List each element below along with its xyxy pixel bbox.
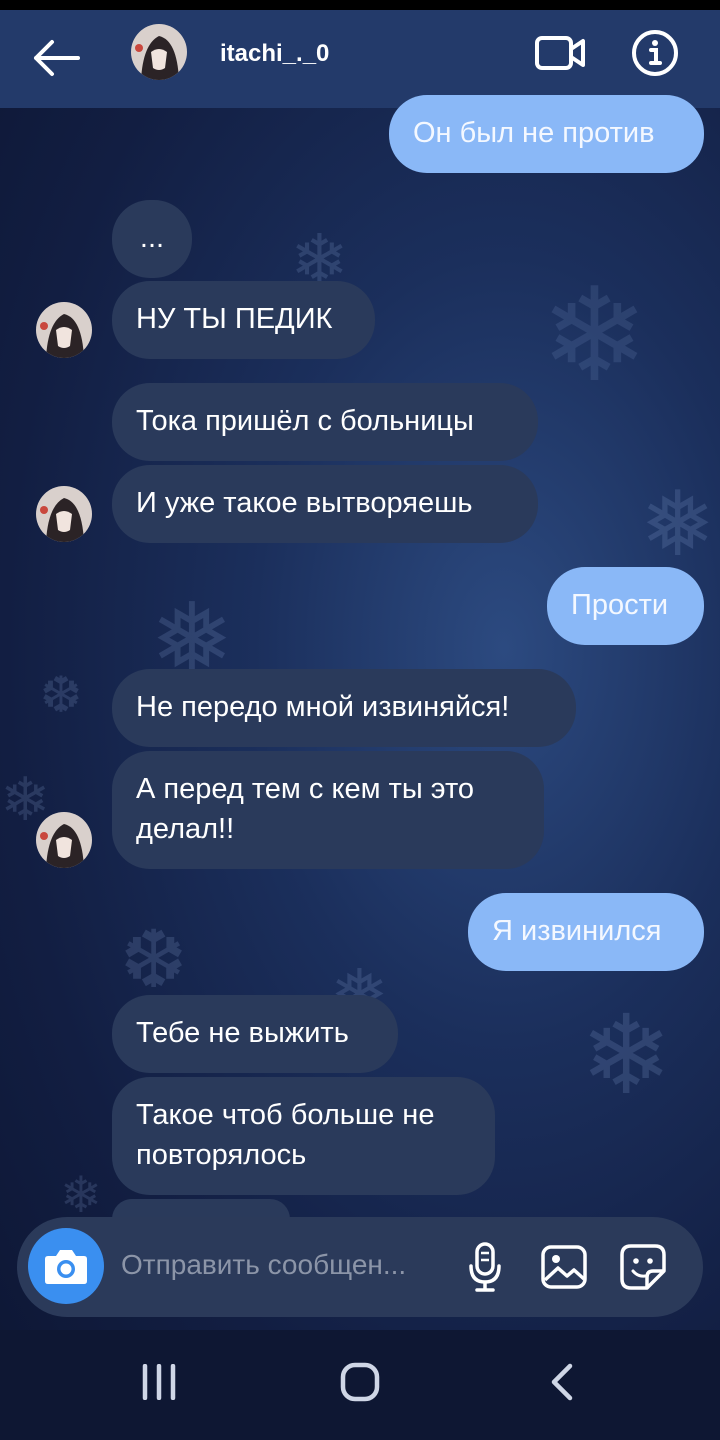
message-bubble-incoming[interactable]: НУ ТЫ ПЕДИК [112, 281, 375, 359]
status-bar [0, 0, 720, 10]
snowflake-decoration: ❆ [120, 913, 188, 1006]
snowflake-decoration: ❅ [640, 472, 716, 577]
message-input[interactable]: Отправить сообщен... [121, 1249, 406, 1281]
avatar [36, 812, 92, 868]
avatar[interactable] [131, 24, 187, 80]
home-icon[interactable] [340, 1362, 380, 1402]
sticker-icon[interactable] [619, 1243, 667, 1291]
microphone-icon[interactable] [467, 1241, 503, 1293]
message-bubble-incoming[interactable]: А перед тем с кем ты это делал!! [112, 751, 544, 869]
chat-username[interactable]: itachi_._0 [220, 40, 329, 68]
snowflake-decoration: ❆ [40, 666, 82, 724]
message-composer: Отправить сообщен... [17, 1217, 703, 1317]
message-bubble-outgoing[interactable]: Я извинился [468, 893, 704, 971]
video-call-icon[interactable] [534, 32, 586, 74]
back-arrow-icon[interactable] [30, 38, 82, 78]
snowflake-decoration: ❄ [60, 1166, 102, 1224]
message-bubble-outgoing[interactable]: Он был не против [389, 95, 704, 173]
camera-button[interactable] [28, 1228, 104, 1304]
message-bubble-incoming[interactable]: Не передо мной извиняйся! [112, 669, 576, 747]
message-bubble-outgoing[interactable]: Прости [547, 567, 704, 645]
message-bubble-incoming[interactable]: Такое чтоб больше не повторялось [112, 1077, 495, 1195]
info-icon[interactable] [630, 28, 680, 78]
message-bubble-incoming[interactable]: Тока пришёл с больницы [112, 383, 538, 461]
recent-apps-icon[interactable] [140, 1364, 178, 1400]
message-bubble-incoming[interactable]: Тебе не выжить [112, 995, 398, 1073]
chat-screen: ❄ ❄ ❅ ❆ ❅ ❄ ❆ ❅ ❄ ❄ itachi_._0 [0, 0, 720, 1440]
camera-icon [45, 1250, 87, 1284]
snowflake-decoration: ❄ [540, 259, 649, 411]
chat-header: itachi_._0 [0, 10, 720, 108]
system-navigation-bar [0, 1330, 720, 1440]
gallery-icon[interactable] [540, 1244, 588, 1290]
avatar [36, 486, 92, 542]
nav-back-icon[interactable] [548, 1362, 576, 1402]
snowflake-decoration: ❄ [580, 991, 673, 1119]
message-bubble-incoming[interactable]: И уже такое вытворяешь [112, 465, 538, 543]
avatar [36, 302, 92, 358]
message-bubble-incoming[interactable]: ... [112, 200, 192, 278]
